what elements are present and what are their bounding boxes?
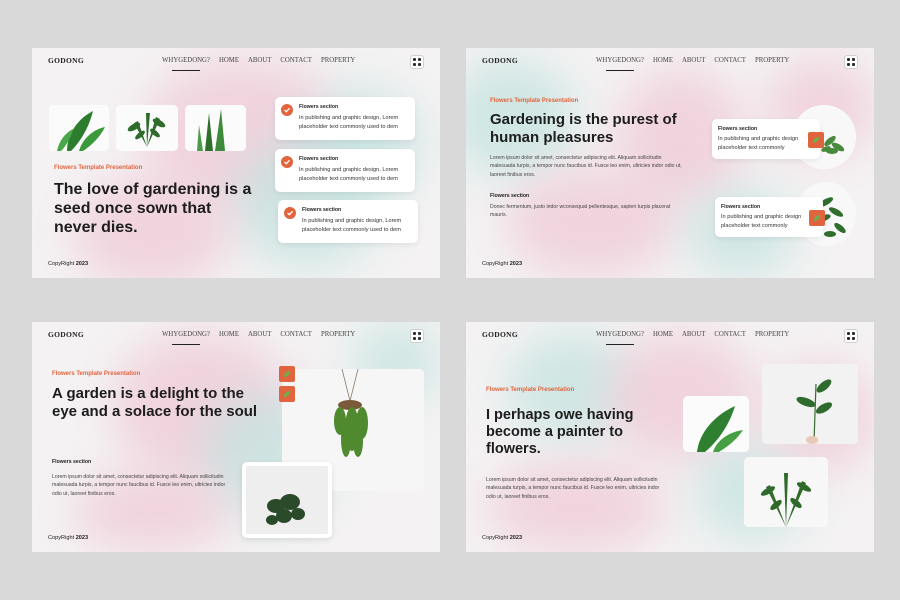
slide-headline: A garden is a delight to the eye and a s… — [52, 385, 258, 420]
card-text: In publishing and graphic design, Lorem … — [302, 218, 402, 233]
card-title: Flowers section — [299, 104, 339, 110]
slide-3: GODONG WHYGEDONG? HOME ABOUT CONTACT PRO… — [32, 322, 440, 552]
nav-contact[interactable]: CONTACT — [714, 57, 746, 64]
logo[interactable]: GODONG — [48, 330, 84, 339]
eyebrow-text: Flowers Template Presentation — [490, 98, 579, 104]
card-title: Flowers section — [299, 156, 339, 162]
nav-property[interactable]: PROPERTY — [321, 331, 355, 338]
info-card-1: Flowers section In publishing and graphi… — [275, 97, 415, 140]
copyright: CopyRight 2023 — [48, 535, 89, 541]
plant-photo-2 — [762, 364, 858, 444]
info-card-3: Flowers section In publishing and graphi… — [278, 200, 418, 243]
plant-photo-1 — [683, 396, 749, 452]
card-text: In publishing and graphic design, Lorem … — [299, 167, 399, 182]
section-title: Flowers section — [490, 193, 530, 199]
leaf-badge-icon — [279, 386, 295, 402]
top-nav: WHYGEDONG? HOME ABOUT CONTACT PROPERTY — [162, 57, 355, 71]
nav-property[interactable]: PROPERTY — [755, 57, 789, 64]
nav-whygedong[interactable]: WHYGEDONG? — [596, 57, 644, 71]
leaf-badge-icon — [809, 210, 825, 226]
nav-home[interactable]: HOME — [219, 331, 239, 338]
plant-photo-3 — [185, 105, 246, 151]
nav-whygedong[interactable]: WHYGEDONG? — [162, 331, 210, 345]
card-text: In publishing and graphic design placeho… — [721, 214, 802, 229]
grid-icon — [847, 58, 855, 66]
nav-home[interactable]: HOME — [653, 57, 673, 64]
plant-photo-2 — [116, 105, 178, 151]
check-icon — [284, 207, 296, 219]
slide-headline: Gardening is the purest of human pleasur… — [490, 111, 677, 146]
logo[interactable]: GODONG — [482, 56, 518, 65]
card-text: In publishing and graphic design, Lorem … — [299, 115, 399, 130]
section-title: Flowers section — [52, 459, 92, 465]
leaf-badge-icon — [808, 132, 824, 148]
potted-plant-photo — [242, 462, 332, 538]
copyright: CopyRight 2023 — [482, 535, 523, 541]
info-card-2: Flowers section In publishing and graphi… — [715, 197, 823, 237]
eyebrow-text: Flowers Template Presentation — [486, 387, 575, 393]
info-card-1: Flowers section In publishing and graphi… — [712, 119, 820, 159]
leaf-badge-icon — [279, 366, 295, 382]
logo[interactable]: GODONG — [482, 330, 518, 339]
menu-button[interactable] — [410, 55, 424, 69]
top-nav: WHYGEDONG? HOME ABOUT CONTACT PROPERTY — [162, 331, 355, 345]
slide-headline: I perhaps owe having become a painter to… — [486, 407, 634, 458]
logo[interactable]: GODONG — [48, 56, 84, 65]
nav-property[interactable]: PROPERTY — [755, 331, 789, 338]
slide-2: GODONG WHYGEDONG? HOME ABOUT CONTACT PRO… — [466, 48, 874, 278]
nav-about[interactable]: ABOUT — [682, 331, 705, 338]
nav-home[interactable]: HOME — [653, 331, 673, 338]
nav-contact[interactable]: CONTACT — [280, 331, 312, 338]
slide-1: GODONG WHYGEDONG? HOME ABOUT CONTACT PRO… — [32, 48, 440, 278]
nav-whygedong[interactable]: WHYGEDONG? — [162, 57, 210, 71]
body-text: Lorem ipsum dolor sit amet, consectetur … — [490, 155, 682, 178]
nav-contact[interactable]: CONTACT — [280, 57, 312, 64]
copyright: CopyRight 2023 — [48, 261, 89, 267]
card-text: In publishing and graphic design placeho… — [718, 136, 799, 151]
top-nav: WHYGEDONG? HOME ABOUT CONTACT PROPERTY — [596, 57, 789, 71]
copyright: CopyRight 2023 — [482, 261, 523, 267]
eyebrow-text: Flowers Template Presentation — [52, 371, 141, 377]
section-text: Donec fermentum, justo indor wconsequat … — [490, 204, 671, 219]
check-icon — [281, 104, 293, 116]
eyebrow-text: Flowers Template Presentation — [54, 165, 143, 171]
menu-button[interactable] — [410, 329, 424, 343]
nav-whygedong[interactable]: WHYGEDONG? — [596, 331, 644, 345]
menu-button[interactable] — [844, 55, 858, 69]
info-card-2: Flowers section In publishing and graphi… — [275, 149, 415, 192]
card-title: Flowers section — [721, 204, 761, 210]
plant-photo-1 — [49, 105, 109, 151]
body-text: Lorem ipsum dolor sit amet, consectetur … — [486, 477, 660, 500]
nav-about[interactable]: ABOUT — [682, 57, 705, 64]
nav-property[interactable]: PROPERTY — [321, 57, 355, 64]
card-title: Flowers section — [302, 207, 342, 213]
check-icon — [281, 156, 293, 168]
grid-icon — [413, 332, 421, 340]
body-text: Lorem ipsum dolor sit amet, consectetur … — [52, 474, 226, 497]
nav-home[interactable]: HOME — [219, 57, 239, 64]
slide-headline: The love of gardening is a seed once sow… — [54, 181, 252, 236]
nav-contact[interactable]: CONTACT — [714, 331, 746, 338]
top-nav: WHYGEDONG? HOME ABOUT CONTACT PROPERTY — [596, 331, 789, 345]
grid-icon — [847, 332, 855, 340]
nav-about[interactable]: ABOUT — [248, 331, 271, 338]
nav-about[interactable]: ABOUT — [248, 57, 271, 64]
plant-photo-3 — [744, 457, 828, 527]
card-title: Flowers section — [718, 126, 758, 132]
slide-4: GODONG WHYGEDONG? HOME ABOUT CONTACT PRO… — [466, 322, 874, 552]
menu-button[interactable] — [844, 329, 858, 343]
grid-icon — [413, 58, 421, 66]
